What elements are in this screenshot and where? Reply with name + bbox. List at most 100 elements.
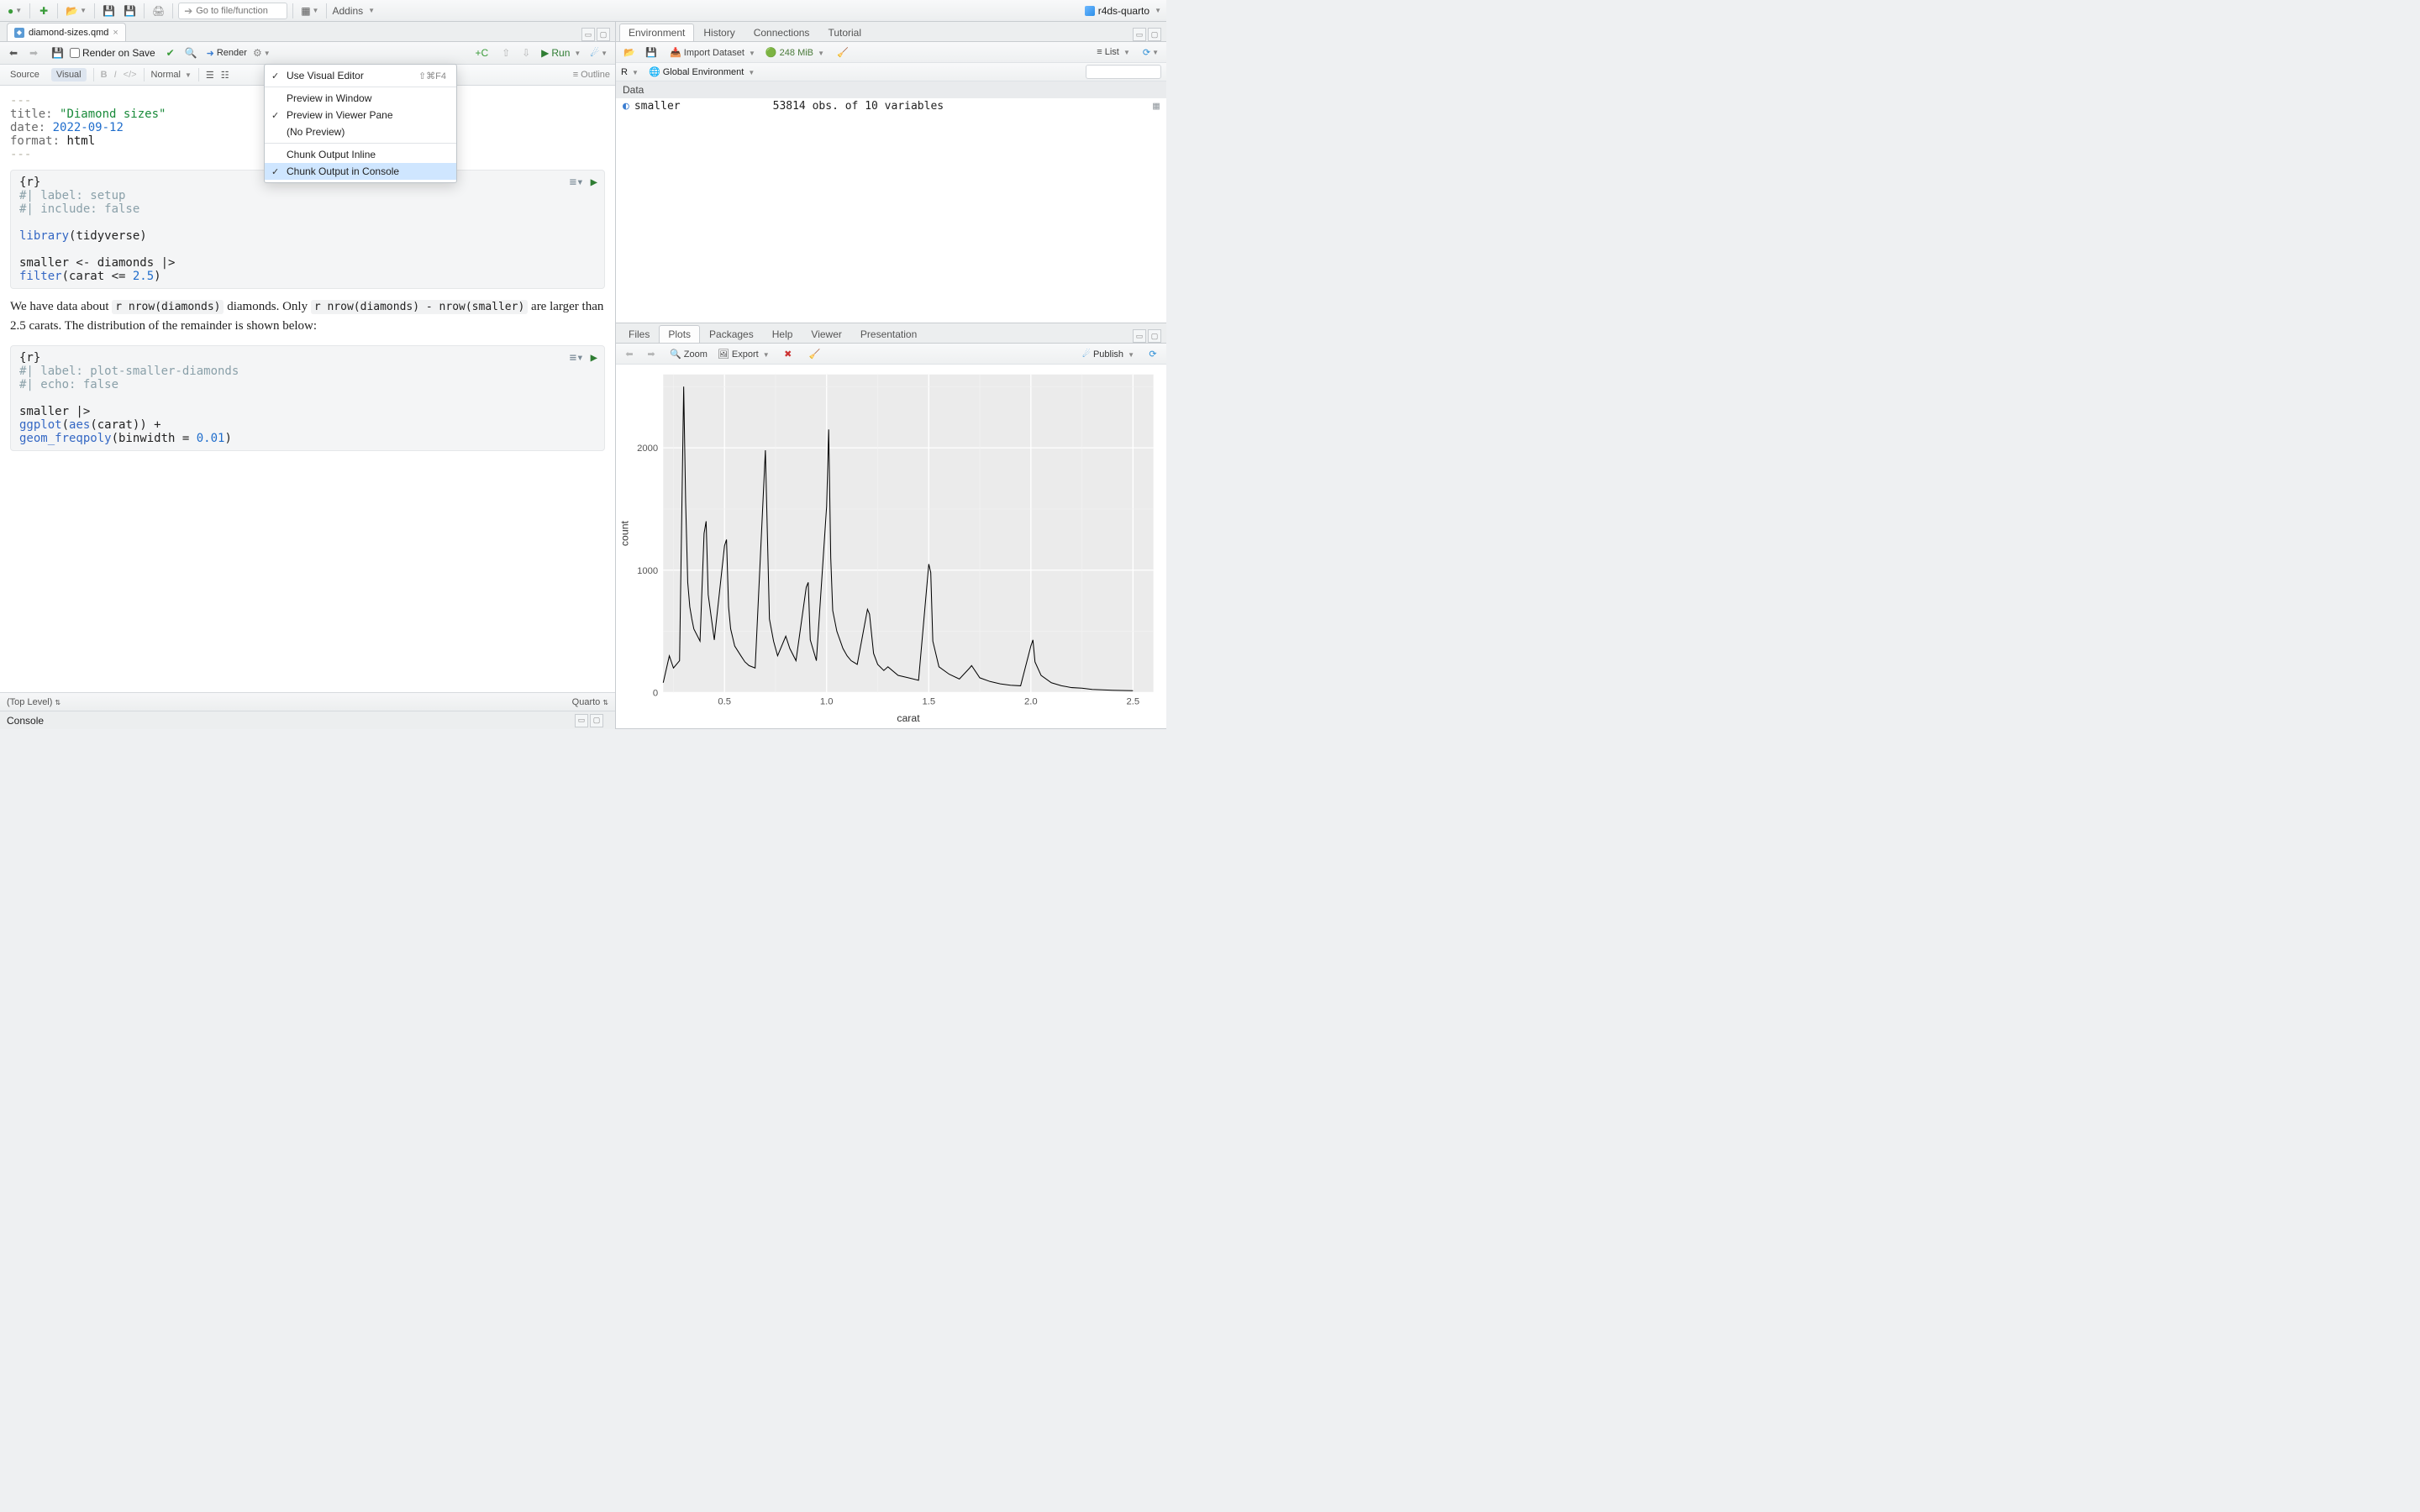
tab-tutorial[interactable]: Tutorial	[818, 24, 871, 41]
bold-icon[interactable]: B	[101, 70, 108, 80]
env-search-input[interactable]	[1086, 65, 1161, 79]
zoom-button[interactable]: 🔍 Zoom	[670, 349, 708, 360]
maximize-console-icon[interactable]: ▢	[590, 714, 603, 727]
tab-history[interactable]: History	[694, 24, 744, 41]
expand-object-icon[interactable]: ◐	[623, 100, 629, 113]
view-mode-list[interactable]: ≡ List ▼	[1097, 47, 1130, 57]
scope-selector[interactable]: (Top Level)⇅	[7, 697, 60, 707]
tab-diamond-sizes[interactable]: ◆ diamond-sizes.qmd ×	[7, 23, 126, 41]
minimize-console-icon[interactable]: ▭	[575, 714, 588, 727]
code-chunk-setup[interactable]: ≡▾▶ {r} #| label: setup #| include: fals…	[10, 170, 605, 289]
min-plots-icon[interactable]: ▭	[1133, 329, 1146, 343]
numbered-list-icon[interactable]: ☷	[221, 70, 229, 81]
publish-plot-button[interactable]: ☄ Publish ▼	[1082, 349, 1134, 360]
plot-next-icon[interactable]: ➡	[643, 345, 660, 362]
import-dataset-menu[interactable]: 📥 Import Dataset ▼	[670, 47, 755, 58]
min-env-icon[interactable]: ▭	[1133, 28, 1146, 41]
remove-plot-icon[interactable]: ✖	[780, 345, 797, 362]
close-tab-icon[interactable]: ×	[113, 28, 118, 38]
spellcheck-icon[interactable]: ✔	[162, 45, 179, 61]
memory-usage[interactable]: 🟢 248 MiB ▼	[765, 47, 824, 58]
goto-file-function[interactable]: ➔	[178, 3, 287, 19]
bullet-list-icon[interactable]: ☰	[206, 70, 214, 81]
language-scope[interactable]: R ▼	[621, 67, 639, 77]
svg-text:count: count	[618, 521, 630, 547]
menu-chunk-output-console[interactable]: Chunk Output in Console	[265, 163, 456, 180]
yaml-format-val: html	[66, 134, 95, 148]
svg-text:0.5: 0.5	[718, 697, 731, 707]
code-chunk-plot[interactable]: ≡▾▶ {r} #| label: plot-smaller-diamonds …	[10, 345, 605, 451]
code-icon[interactable]: </>	[124, 70, 137, 80]
environment-scope[interactable]: 🌐 Global Environment ▼	[649, 66, 755, 77]
render-button[interactable]: ➜Render	[207, 48, 247, 59]
save-workspace-icon[interactable]: 💾	[643, 44, 660, 60]
load-workspace-icon[interactable]: 📂	[621, 44, 638, 60]
visual-mode[interactable]: Visual	[51, 68, 87, 81]
print-icon[interactable]: 🖨	[150, 3, 167, 19]
run-button[interactable]: ▶Run▼	[541, 47, 581, 59]
nav-down-icon[interactable]: ⇩	[518, 45, 534, 61]
save-icon[interactable]: 💾	[100, 3, 118, 19]
env-toolbar: 📂 💾 📥 Import Dataset ▼ 🟢 248 MiB ▼ 🧹 ≡ L…	[616, 42, 1166, 63]
clear-workspace-icon[interactable]: 🧹	[834, 44, 851, 60]
save-all-icon[interactable]: 💾	[121, 3, 139, 19]
italic-icon[interactable]: I	[114, 70, 117, 80]
console-panel-header[interactable]: Console ▭ ▢	[0, 711, 615, 729]
max-env-icon[interactable]: ▢	[1148, 28, 1161, 41]
insert-chunk-icon[interactable]: +C	[472, 45, 491, 61]
forward-icon[interactable]: ➡	[25, 45, 42, 61]
tab-packages[interactable]: Packages	[700, 325, 763, 343]
project-menu[interactable]: r4ds-quarto▼	[1085, 5, 1161, 17]
view-data-icon[interactable]: ▦	[1153, 100, 1160, 113]
tab-files[interactable]: Files	[619, 325, 659, 343]
grid-icon[interactable]: ▦▼	[298, 3, 321, 19]
export-button[interactable]: 🖼 Export ▼	[718, 349, 770, 360]
tab-viewer[interactable]: Viewer	[802, 325, 850, 343]
new-project-icon[interactable]: ✚	[35, 3, 52, 19]
refresh-env-icon[interactable]: ⟳▼	[1140, 44, 1161, 60]
menu-preview-in-viewer[interactable]: Preview in Viewer Pane	[265, 107, 456, 123]
menu-chunk-output-inline[interactable]: Chunk Output Inline	[265, 146, 456, 163]
back-icon[interactable]: ⬅	[5, 45, 22, 61]
maximize-pane-icon[interactable]: ▢	[597, 28, 610, 41]
menu-no-preview[interactable]: (No Preview)	[265, 123, 456, 140]
svg-text:1000: 1000	[637, 566, 658, 576]
render-options-dropdown: Use Visual Editor⇧⌘F4 Preview in Window …	[264, 64, 457, 183]
quarto-file-icon: ◆	[14, 28, 24, 38]
source-mode[interactable]: Source	[5, 68, 45, 81]
menu-preview-in-window[interactable]: Preview in Window	[265, 90, 456, 107]
menu-use-visual-editor[interactable]: Use Visual Editor⇧⌘F4	[265, 67, 456, 84]
publish-icon[interactable]: ☄▼	[587, 45, 610, 61]
inline-code-1: r nrow(diamonds)	[112, 300, 224, 314]
tab-environment[interactable]: Environment	[619, 24, 694, 41]
tab-presentation[interactable]: Presentation	[851, 325, 926, 343]
new-file-icon[interactable]: ●▼	[5, 3, 24, 19]
nav-up-icon[interactable]: ⇧	[497, 45, 514, 61]
render-on-save-checkbox[interactable]: Render on Save	[70, 47, 155, 59]
file-type-indicator[interactable]: Quarto⇅	[572, 697, 608, 707]
max-plots-icon[interactable]: ▢	[1148, 329, 1161, 343]
editor-toolbar: ⬅ ➡ 💾 Render on Save ✔ 🔍 ➜Render ⚙▼ Use …	[0, 42, 615, 65]
goto-input[interactable]	[196, 6, 281, 16]
env-object-smaller[interactable]: ◐ smaller 53814 obs. of 10 variables ▦	[616, 98, 1166, 114]
chunk-options-icon[interactable]: ≡▾	[570, 176, 584, 189]
tab-help[interactable]: Help	[763, 325, 802, 343]
prose-paragraph[interactable]: We have data about r nrow(diamonds) diam…	[10, 297, 605, 337]
paragraph-style[interactable]: Normal▼	[151, 70, 192, 80]
tab-connections[interactable]: Connections	[744, 24, 819, 41]
freqpoly-plot: 0.51.01.52.02.5010002000caratcount	[616, 365, 1166, 728]
run-chunk-icon[interactable]: ▶	[591, 351, 597, 365]
open-file-icon[interactable]: 📂▼	[63, 3, 89, 19]
addins-menu[interactable]: Addins▼	[332, 5, 375, 17]
tab-plots[interactable]: Plots	[659, 325, 700, 343]
clear-plots-icon[interactable]: 🧹	[807, 345, 823, 362]
render-options-icon[interactable]: ⚙▼	[250, 45, 273, 61]
save-doc-icon[interactable]: 💾	[49, 45, 66, 61]
outline-toggle[interactable]: ≡ Outline	[573, 70, 610, 80]
find-icon[interactable]: 🔍	[182, 45, 200, 61]
run-chunk-icon[interactable]: ▶	[591, 176, 597, 189]
minimize-pane-icon[interactable]: ▭	[581, 28, 595, 41]
refresh-plot-icon[interactable]: ⟳	[1144, 345, 1161, 362]
chunk-options-icon[interactable]: ≡▾	[570, 351, 584, 365]
plot-prev-icon[interactable]: ⬅	[621, 345, 638, 362]
